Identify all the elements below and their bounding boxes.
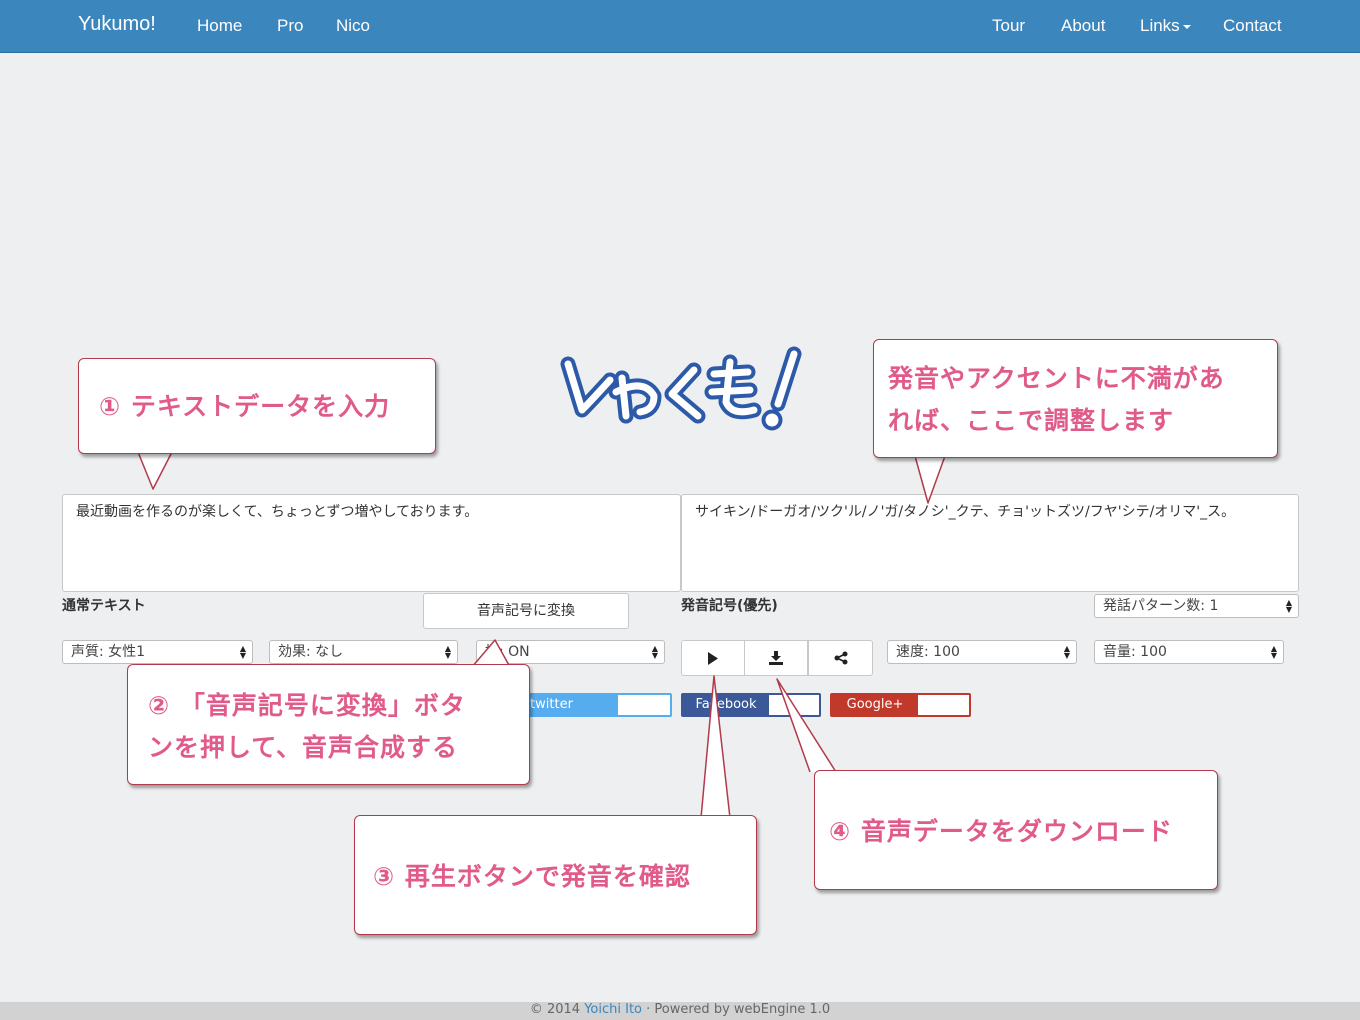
convert-to-phonetic-button[interactable]: 音声記号に変換	[423, 593, 629, 629]
google-count	[918, 695, 969, 715]
text-input-area[interactable]: 最近動画を作るのが楽しくて、ちょっとずつ増やしております。	[62, 494, 681, 592]
callout-step3-text: ③ 再生ボタンで発音を確認	[373, 862, 691, 891]
select-arrows-icon: ▲ ▼	[444, 644, 451, 660]
player-button-group	[681, 640, 873, 676]
footer: © 2014 Yoichi Ito · Powered by webEngine…	[0, 1002, 1360, 1020]
voice-select[interactable]: 声質: 女性1 ▲ ▼	[62, 640, 253, 664]
callout-step1: ① テキストデータを入力	[78, 358, 436, 454]
nav-nico[interactable]: Nico	[336, 16, 370, 36]
volume-select[interactable]: 音量: 100 ▲ ▼	[1094, 640, 1284, 664]
select-arrows-icon: ▲ ▼	[1270, 644, 1277, 660]
callout-step3: ③ 再生ボタンで発音を確認	[354, 815, 757, 935]
footer-suffix: · Powered by webEngine 1.0	[642, 1002, 831, 1017]
pronunciation-input-area[interactable]: サイキン/ドーガオ/ツク'ル/ノ'ガ/タノシ'_クテ、チョ'ットズツ/フヤ'シテ…	[681, 494, 1299, 592]
intonation-select[interactable]: 揚: ON ▲ ▼	[476, 640, 665, 664]
callout-step1-text: ① テキストデータを入力	[99, 392, 391, 421]
intonation-value: 揚: ON	[485, 644, 530, 660]
pattern-count-select[interactable]: 発話パターン数: 1 ▲ ▼	[1094, 594, 1299, 618]
pattern-count-value: 発話パターン数: 1	[1103, 598, 1219, 614]
play-button[interactable]	[681, 640, 745, 676]
callout-step2: ② 「音声記号に変換」ボタ ンを押して、音声合成する	[127, 664, 530, 785]
caret-down-icon	[1182, 24, 1191, 29]
nav-contact[interactable]: Contact	[1223, 16, 1282, 36]
play-icon	[708, 651, 718, 665]
select-arrows-icon: ▲ ▼	[1063, 644, 1070, 660]
facebook-label: Facebook	[683, 695, 769, 715]
google-label: Google+	[832, 695, 918, 715]
callout-step2-line1: ② 「音声記号に変換」ボタ	[148, 691, 466, 720]
nav-home[interactable]: Home	[197, 16, 242, 36]
pronunciation-label: 発音記号(優先)	[681, 598, 778, 614]
speed-value: 速度: 100	[896, 644, 960, 660]
footer-author-link[interactable]: Yoichi Ito	[584, 1002, 642, 1017]
footer-prefix: © 2014	[529, 1002, 585, 1017]
yukumo-logo	[560, 346, 802, 431]
speed-select[interactable]: 速度: 100 ▲ ▼	[887, 640, 1077, 664]
callout-step4: ④ 音声データをダウンロード	[814, 770, 1218, 890]
download-icon	[769, 651, 783, 665]
plain-text-label: 通常テキスト	[62, 598, 146, 614]
brand-link[interactable]: Yukumo!	[78, 13, 156, 36]
callout-adjust: 発音やアクセントに不満があ れば、ここで調整します	[873, 339, 1278, 458]
download-button[interactable]	[744, 640, 808, 676]
nav-about[interactable]: About	[1061, 16, 1105, 36]
top-navbar: Yukumo! Home Pro Nico Tour About Links C…	[0, 0, 1360, 53]
voice-value: 声質: 女性1	[71, 644, 146, 660]
select-arrows-icon: ▲ ▼	[651, 644, 658, 660]
select-arrows-icon: ▲ ▼	[239, 644, 246, 660]
share-icon	[834, 651, 847, 665]
google-share-button[interactable]: Google+	[830, 693, 971, 717]
nav-links-dropdown[interactable]: Links	[1140, 16, 1191, 36]
nav-pro[interactable]: Pro	[277, 16, 303, 36]
nav-tour[interactable]: Tour	[992, 16, 1025, 36]
share-audio-button[interactable]	[808, 640, 873, 676]
callout-step4-text: ④ 音声データをダウンロード	[829, 817, 1173, 846]
effect-value: 効果: なし	[278, 644, 344, 660]
callout-step2-line2: ンを押して、音声合成する	[148, 733, 459, 762]
select-arrows-icon: ▲ ▼	[1285, 598, 1292, 614]
nav-links-label: Links	[1140, 16, 1180, 35]
volume-value: 音量: 100	[1103, 644, 1167, 660]
facebook-count	[769, 695, 819, 715]
facebook-share-button[interactable]: Facebook	[681, 693, 821, 717]
effect-select[interactable]: 効果: なし ▲ ▼	[269, 640, 458, 664]
callout-adjust-line2: れば、ここで調整します	[888, 406, 1175, 435]
twitter-count	[618, 695, 670, 715]
callout-adjust-line1: 発音やアクセントに不満があ	[888, 364, 1225, 393]
